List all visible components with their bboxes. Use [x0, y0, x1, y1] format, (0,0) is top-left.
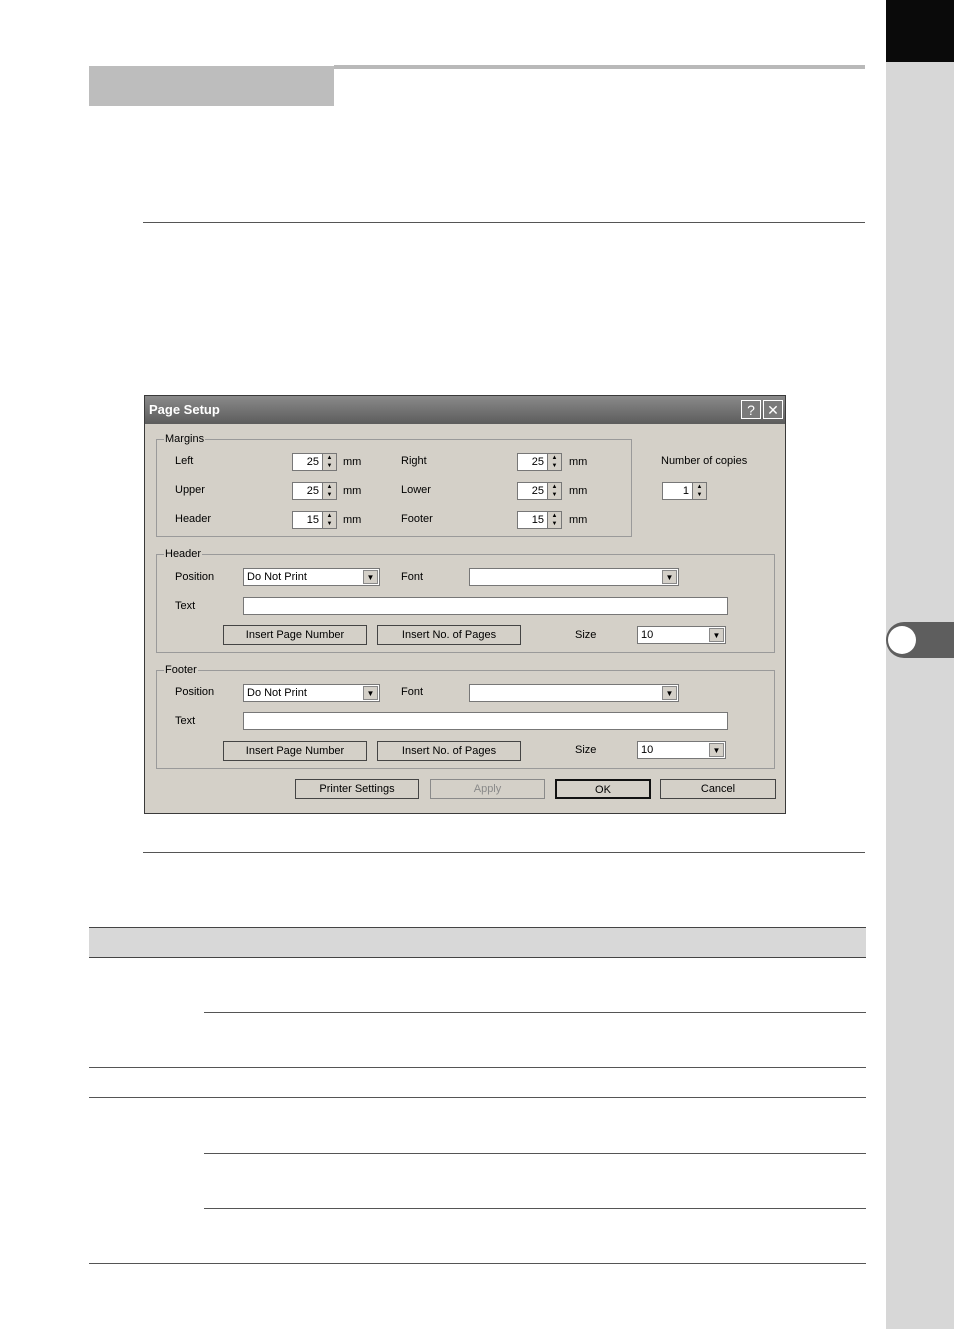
- footer-margin-input[interactable]: 15: [517, 511, 547, 529]
- footer-position-value: Do Not Print: [247, 687, 307, 699]
- footer-unit: mm: [569, 514, 588, 526]
- right-margin-input[interactable]: 25: [517, 453, 547, 471]
- footer-insert-no-pages-button[interactable]: Insert No. of Pages: [377, 741, 521, 761]
- dialog-titlebar[interactable]: Page Setup ? ✕: [145, 396, 785, 424]
- upper-margin-input[interactable]: 25: [292, 482, 322, 500]
- chevron-down-icon[interactable]: ▼: [363, 570, 378, 584]
- right-margin-spinner[interactable]: ▲ ▼: [547, 453, 562, 471]
- chevron-down-icon[interactable]: ▼: [662, 570, 677, 584]
- lower-margin-spinner[interactable]: ▲ ▼: [547, 482, 562, 500]
- header-margin-spinner[interactable]: ▲ ▼: [322, 511, 337, 529]
- header-position-value: Do Not Print: [247, 571, 307, 583]
- copies-spinner[interactable]: ▲ ▼: [692, 482, 707, 500]
- side-black-block: [886, 0, 954, 62]
- header-insert-page-number-button[interactable]: Insert Page Number: [223, 625, 367, 645]
- footer-margin-spinner[interactable]: ▲ ▼: [547, 511, 562, 529]
- header-size-label: Size: [575, 629, 597, 641]
- close-button[interactable]: ✕: [763, 400, 783, 419]
- footer-position-select[interactable]: Do Not Print ▼: [243, 684, 380, 702]
- copies-input[interactable]: 1: [662, 482, 692, 500]
- footer-size-select[interactable]: 10 ▼: [637, 741, 726, 759]
- help-button[interactable]: ?: [741, 400, 761, 419]
- header-font-select[interactable]: ▼: [469, 568, 679, 586]
- chevron-down-icon[interactable]: ▼: [709, 743, 724, 757]
- header-unit: mm: [343, 514, 362, 526]
- table-row-divider: [89, 1097, 866, 1098]
- header-font-label: Font: [401, 571, 424, 583]
- footer-position-label: Position: [175, 686, 215, 698]
- rule-upper: [143, 222, 865, 223]
- upper-label: Upper: [175, 484, 205, 496]
- left-margin-spinner[interactable]: ▲ ▼: [322, 453, 337, 471]
- page-setup-dialog: Page Setup ? ✕ Margins Left 25 ▲ ▼ mm Upp…: [144, 395, 786, 814]
- lower-margin-input[interactable]: 25: [517, 482, 547, 500]
- chevron-down-icon[interactable]: ▼: [662, 686, 677, 700]
- right-label: Right: [401, 455, 427, 467]
- header-position-label: Position: [175, 571, 215, 583]
- footer-size-value: 10: [641, 744, 654, 756]
- left-margin-input[interactable]: 25: [292, 453, 322, 471]
- table-row-divider: [89, 1067, 866, 1068]
- apply-button[interactable]: Apply: [430, 779, 545, 799]
- table-bottom-rule: [89, 1263, 866, 1264]
- header-margin-input[interactable]: 15: [292, 511, 322, 529]
- heading-box: [89, 66, 334, 106]
- footer-font-select[interactable]: ▼: [469, 684, 679, 702]
- header-insert-no-pages-button[interactable]: Insert No. of Pages: [377, 625, 521, 645]
- cancel-button[interactable]: Cancel: [660, 779, 776, 799]
- footer-insert-page-number-button[interactable]: Insert Page Number: [223, 741, 367, 761]
- table-header-row: [89, 927, 866, 958]
- lower-unit: mm: [569, 485, 588, 497]
- table-row-divider: [204, 1153, 866, 1154]
- close-icon: ✕: [767, 402, 779, 418]
- header-position-select[interactable]: Do Not Print ▼: [243, 568, 380, 586]
- footer-group-label: Footer: [164, 664, 198, 676]
- top-rule: [334, 65, 865, 69]
- upper-margin-spinner[interactable]: ▲ ▼: [322, 482, 337, 500]
- left-label: Left: [175, 455, 194, 467]
- chapter-dot-icon: [888, 626, 916, 654]
- footer-margin-label: Footer: [401, 513, 433, 525]
- footer-size-label: Size: [575, 744, 597, 756]
- header-text-input[interactable]: [243, 597, 728, 615]
- right-unit: mm: [569, 456, 588, 468]
- margins-group-label: Margins: [164, 433, 206, 445]
- help-icon: ?: [747, 402, 755, 418]
- table-row-divider: [204, 1012, 866, 1013]
- side-strip: [886, 0, 954, 1329]
- header-margin-label: Header: [175, 513, 212, 525]
- dialog-title: Page Setup: [149, 402, 220, 417]
- printer-settings-button[interactable]: Printer Settings: [295, 779, 419, 799]
- left-unit: mm: [343, 456, 362, 468]
- header-group-label: Header: [164, 548, 203, 560]
- header-size-value: 10: [641, 629, 654, 641]
- header-size-select[interactable]: 10 ▼: [637, 626, 726, 644]
- rule-lower: [143, 852, 865, 853]
- footer-text-label: Text: [175, 715, 196, 727]
- copies-label: Number of copies: [661, 455, 748, 467]
- chevron-down-icon[interactable]: ▼: [363, 686, 378, 700]
- chevron-down-icon[interactable]: ▼: [709, 628, 724, 642]
- upper-unit: mm: [343, 485, 362, 497]
- footer-font-label: Font: [401, 686, 424, 698]
- ok-button[interactable]: OK: [555, 779, 651, 799]
- header-text-label: Text: [175, 600, 196, 612]
- footer-text-input[interactable]: [243, 712, 728, 730]
- table-row-divider: [204, 1208, 866, 1209]
- lower-label: Lower: [401, 484, 431, 496]
